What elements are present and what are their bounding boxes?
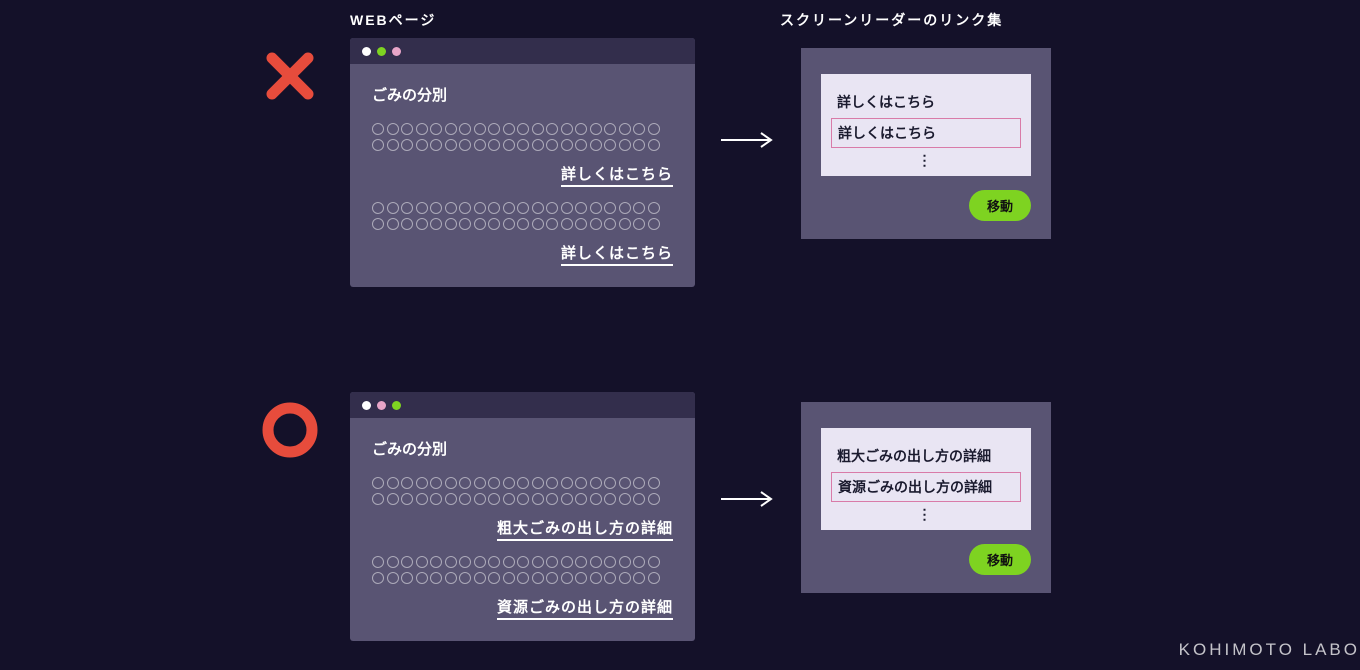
placeholder-text xyxy=(372,202,673,234)
column-headers: WEBページ スクリーンリーダーのリンク集 xyxy=(350,10,1003,30)
placeholder-text xyxy=(372,123,673,155)
sr-link-item-highlighted: 詳しくはこちら xyxy=(831,118,1021,148)
sr-link-item: 粗大ごみの出し方の詳細 xyxy=(831,442,1021,470)
window-dot xyxy=(362,47,371,56)
sr-link-list: 詳しくはこちら 詳しくはこちら ⋮ xyxy=(821,74,1031,176)
window-dot xyxy=(392,401,401,410)
placeholder-text xyxy=(372,556,673,588)
screenreader-panel-good: 粗大ごみの出し方の詳細 資源ごみの出し方の詳細 ⋮ 移動 xyxy=(801,402,1051,593)
example-row-bad: ごみの分別 詳しくはこちら 詳しくはこちら 詳しくはこちら 詳しくはこちら ⋮ … xyxy=(260,38,1051,287)
header-screenreader: スクリーンリーダーのリンク集 xyxy=(780,10,1003,30)
sr-link-item: 詳しくはこちら xyxy=(831,88,1021,116)
go-button[interactable]: 移動 xyxy=(969,544,1031,575)
browser-mock-good: ごみの分別 粗大ごみの出し方の詳細 資源ごみの出し方の詳細 xyxy=(350,392,695,641)
header-webpage: WEBページ xyxy=(350,10,780,30)
ellipsis-icon: ⋮ xyxy=(831,504,1021,518)
example-row-good: ごみの分別 粗大ごみの出し方の詳細 資源ごみの出し方の詳細 粗大ごみの出し方の詳… xyxy=(260,392,1051,641)
details-link[interactable]: 資源ごみの出し方の詳細 xyxy=(497,599,673,620)
circle-icon xyxy=(260,400,320,460)
browser-mock-bad: ごみの分別 詳しくはこちら 詳しくはこちら xyxy=(350,38,695,287)
window-dot xyxy=(377,47,386,56)
arrow-icon xyxy=(719,489,777,514)
sr-link-list: 粗大ごみの出し方の詳細 資源ごみの出し方の詳細 ⋮ xyxy=(821,428,1031,530)
go-button[interactable]: 移動 xyxy=(969,190,1031,221)
watermark: KOHIMOTO LABO xyxy=(1179,640,1360,660)
ellipsis-icon: ⋮ xyxy=(831,150,1021,164)
window-dot xyxy=(362,401,371,410)
page-title: ごみの分別 xyxy=(372,438,673,459)
window-dot xyxy=(392,47,401,56)
window-titlebar xyxy=(350,38,695,64)
window-titlebar xyxy=(350,392,695,418)
arrow-icon xyxy=(719,130,777,155)
screenreader-panel-bad: 詳しくはこちら 詳しくはこちら ⋮ 移動 xyxy=(801,48,1051,239)
details-link[interactable]: 粗大ごみの出し方の詳細 xyxy=(497,520,673,541)
placeholder-text xyxy=(372,477,673,509)
window-dot xyxy=(377,401,386,410)
page-title: ごみの分別 xyxy=(372,84,673,105)
sr-link-item-highlighted: 資源ごみの出し方の詳細 xyxy=(831,472,1021,502)
cross-icon xyxy=(260,46,320,106)
details-link[interactable]: 詳しくはこちら xyxy=(561,166,673,187)
details-link[interactable]: 詳しくはこちら xyxy=(561,245,673,266)
